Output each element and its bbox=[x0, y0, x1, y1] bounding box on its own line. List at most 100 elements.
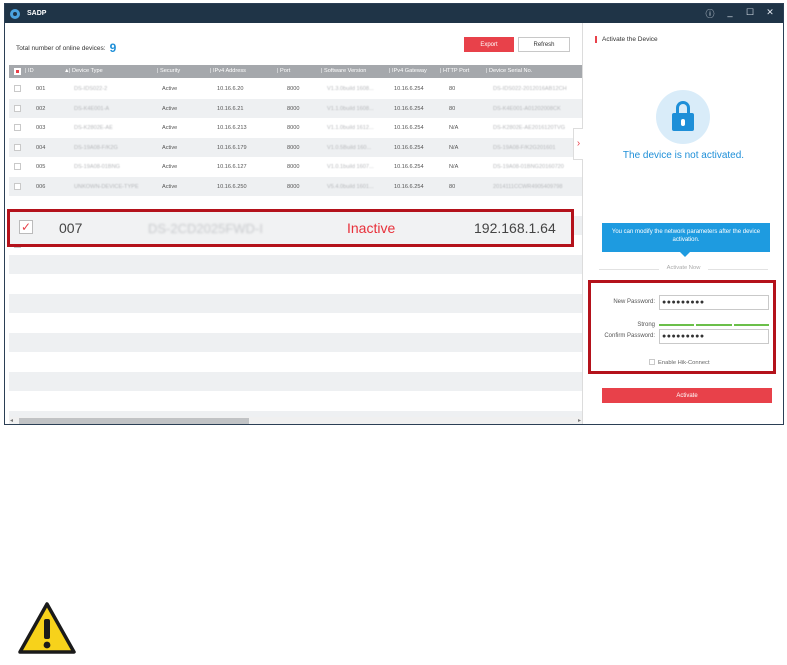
cell-gw: 10.16.6.254 bbox=[394, 144, 424, 151]
table-row[interactable] bbox=[9, 254, 582, 274]
column-header-security[interactable]: | Security bbox=[157, 68, 180, 74]
maximize-button[interactable]: ☐ bbox=[745, 7, 755, 20]
table-row[interactable] bbox=[9, 332, 582, 352]
scrollbar-thumb[interactable] bbox=[19, 418, 249, 424]
cell-id: 003 bbox=[36, 125, 46, 131]
table-row[interactable] bbox=[9, 391, 582, 411]
table-row[interactable]: 006 UNKOWN-DEVICE-TYPE Active 10.16.6.250 80… bbox=[9, 176, 582, 196]
highlighted-device-row[interactable]: ✓ 007 DS-2CD2025FWD-I Inactive 192.168.1… bbox=[7, 209, 574, 247]
row-checkbox[interactable] bbox=[14, 104, 21, 112]
cell-ip: 10.16.6.179 bbox=[217, 144, 247, 151]
select-all-checkbox[interactable] bbox=[14, 68, 21, 75]
cell-http: N/A bbox=[449, 144, 459, 151]
cell-port: 8000 bbox=[287, 125, 300, 131]
minimize-button[interactable]: _ bbox=[725, 7, 735, 20]
cell-gw: 10.16.6.254 bbox=[394, 86, 424, 92]
panel-title: Activate the Device bbox=[595, 36, 658, 43]
cell-ip: 10.16.6.127 bbox=[217, 164, 247, 170]
table-row[interactable]: 004 DS-19A08-F/K2G Active 10.16.6.179 8000 V1… bbox=[9, 137, 582, 157]
cell-serial: 2014111CCWR4905409798 bbox=[493, 183, 563, 190]
row-checkbox[interactable] bbox=[14, 182, 21, 190]
cell-security: Active bbox=[162, 86, 178, 92]
highlighted-id: 007 bbox=[59, 220, 83, 236]
cell-ip: 10.16.6.20 bbox=[217, 86, 244, 92]
hik-connect-label: Enable Hik-Connect bbox=[658, 360, 710, 366]
lock-icon bbox=[656, 90, 710, 144]
warning-icon bbox=[18, 602, 76, 654]
horizontal-scrollbar[interactable]: ◂ ▸ bbox=[9, 417, 582, 424]
row-checkbox[interactable] bbox=[14, 85, 21, 92]
column-header-id[interactable]: | ID bbox=[25, 68, 34, 74]
column-header-device-type[interactable]: | Device Type bbox=[69, 68, 103, 74]
cell-gw: 10.16.6.254 bbox=[394, 105, 424, 112]
table-row[interactable] bbox=[9, 352, 582, 372]
export-button[interactable]: Export bbox=[464, 37, 514, 52]
table-row[interactable]: 002 DS-K4E001-A Active 10.16.6.21 8000 V1.1.0… bbox=[9, 98, 582, 118]
column-header-serial[interactable]: | Device Serial No. bbox=[486, 68, 532, 74]
scroll-right-icon[interactable]: ▸ bbox=[578, 417, 581, 424]
highlighted-status: Inactive bbox=[347, 220, 396, 236]
table-row[interactable] bbox=[9, 313, 582, 333]
confirm-password-field[interactable]: ●●●●●●●●● bbox=[659, 329, 769, 344]
cell-id: 001 bbox=[36, 86, 46, 92]
new-password-field[interactable]: ●●●●●●●●● bbox=[659, 295, 769, 310]
column-header-ipv4-gateway[interactable]: | IPv4 Gateway bbox=[389, 68, 427, 74]
cell-security: Active bbox=[162, 164, 178, 170]
app-title: SADP bbox=[27, 10, 47, 17]
table-row[interactable]: 001 DS-IDS022-2 Active 10.16.6.20 8000 V1.3.0… bbox=[9, 79, 582, 99]
column-header-port[interactable]: | Port bbox=[277, 68, 290, 74]
title-bar: SADP ⓘ _ ☐ ✕ bbox=[5, 4, 783, 23]
info-icon[interactable]: ⓘ bbox=[705, 7, 715, 20]
row-checkbox[interactable] bbox=[14, 143, 21, 151]
cell-http: N/A bbox=[449, 164, 459, 170]
cell-type: DS-K4E001-A bbox=[74, 105, 110, 112]
cell-sw: V1.1.0build 1608... bbox=[327, 105, 374, 112]
table-row[interactable] bbox=[9, 293, 582, 313]
cell-http: 80 bbox=[449, 86, 456, 92]
cell-gw: 10.16.6.254 bbox=[394, 164, 424, 170]
cell-serial: DS-K2802E-AE2016120TVG bbox=[493, 125, 566, 131]
hik-connect-checkbox[interactable] bbox=[649, 359, 655, 365]
info-tooltip: You can modify the network parameters af… bbox=[602, 223, 770, 257]
cell-type: DS-IDS022-2 bbox=[74, 86, 108, 92]
refresh-button[interactable]: Refresh bbox=[518, 37, 570, 52]
sadp-logo-icon bbox=[10, 8, 20, 19]
column-header-ipv4-address[interactable]: | IPv4 Address bbox=[210, 68, 246, 74]
cell-type: DS-K2802E-AE bbox=[74, 125, 113, 131]
cell-sw: V1.3.0build 1608... bbox=[327, 86, 374, 92]
column-header-http-port[interactable]: | HTTP Port bbox=[440, 68, 469, 74]
cell-security: Active bbox=[162, 183, 178, 190]
cell-sw: V1.1.0build 1612... bbox=[327, 125, 374, 131]
cell-gw: 10.16.6.254 bbox=[394, 125, 424, 131]
cell-http: N/A bbox=[449, 125, 459, 131]
cell-http: 80 bbox=[449, 105, 456, 112]
cell-security: Active bbox=[162, 144, 178, 151]
close-button[interactable]: ✕ bbox=[765, 7, 775, 20]
scroll-left-icon[interactable]: ◂ bbox=[10, 417, 13, 424]
column-header-software-version[interactable]: | Software Version bbox=[321, 68, 366, 74]
cell-serial: DS-19A08-F/K2G201601 bbox=[493, 144, 556, 151]
highlighted-device-type: DS-2CD2025FWD-I bbox=[148, 221, 263, 236]
cell-id: 006 bbox=[36, 183, 46, 190]
online-devices-summary: Total number of online devices: 9 bbox=[16, 41, 116, 55]
table-row[interactable] bbox=[9, 371, 582, 391]
collapse-panel-chevron-icon[interactable]: › bbox=[573, 128, 583, 160]
row-checkbox-checked[interactable]: ✓ bbox=[19, 220, 33, 234]
table-row[interactable]: 003 DS-K2802E-AE Active 10.16.6.213 8000 V1.1… bbox=[9, 118, 582, 138]
cell-ip: 10.16.6.21 bbox=[217, 105, 244, 112]
cell-type: DS-19A08-F/K2G bbox=[74, 144, 118, 151]
table-row[interactable]: 005 DS-19A08-01BNG Active 10.16.6.127 8000 V1… bbox=[9, 157, 582, 177]
cell-sw: V5.4.0build 1601... bbox=[327, 183, 374, 190]
activate-now-divider: Activate Now bbox=[583, 265, 783, 271]
hik-connect-option[interactable]: Enable Hik-Connect bbox=[649, 359, 710, 366]
cell-serial: DS-K4E001-A01202008CK bbox=[493, 105, 561, 112]
strength-label: Strong bbox=[637, 322, 655, 328]
row-checkbox[interactable] bbox=[14, 124, 21, 131]
table-row[interactable] bbox=[9, 274, 582, 294]
cell-port: 8000 bbox=[287, 164, 300, 170]
activation-status-text: The device is not activated. bbox=[622, 150, 745, 161]
row-checkbox[interactable] bbox=[14, 163, 21, 170]
activation-panel: Activate the Device The device is not ac… bbox=[582, 23, 783, 424]
cell-port: 8000 bbox=[287, 105, 300, 112]
activate-button[interactable]: Activate bbox=[602, 388, 772, 403]
